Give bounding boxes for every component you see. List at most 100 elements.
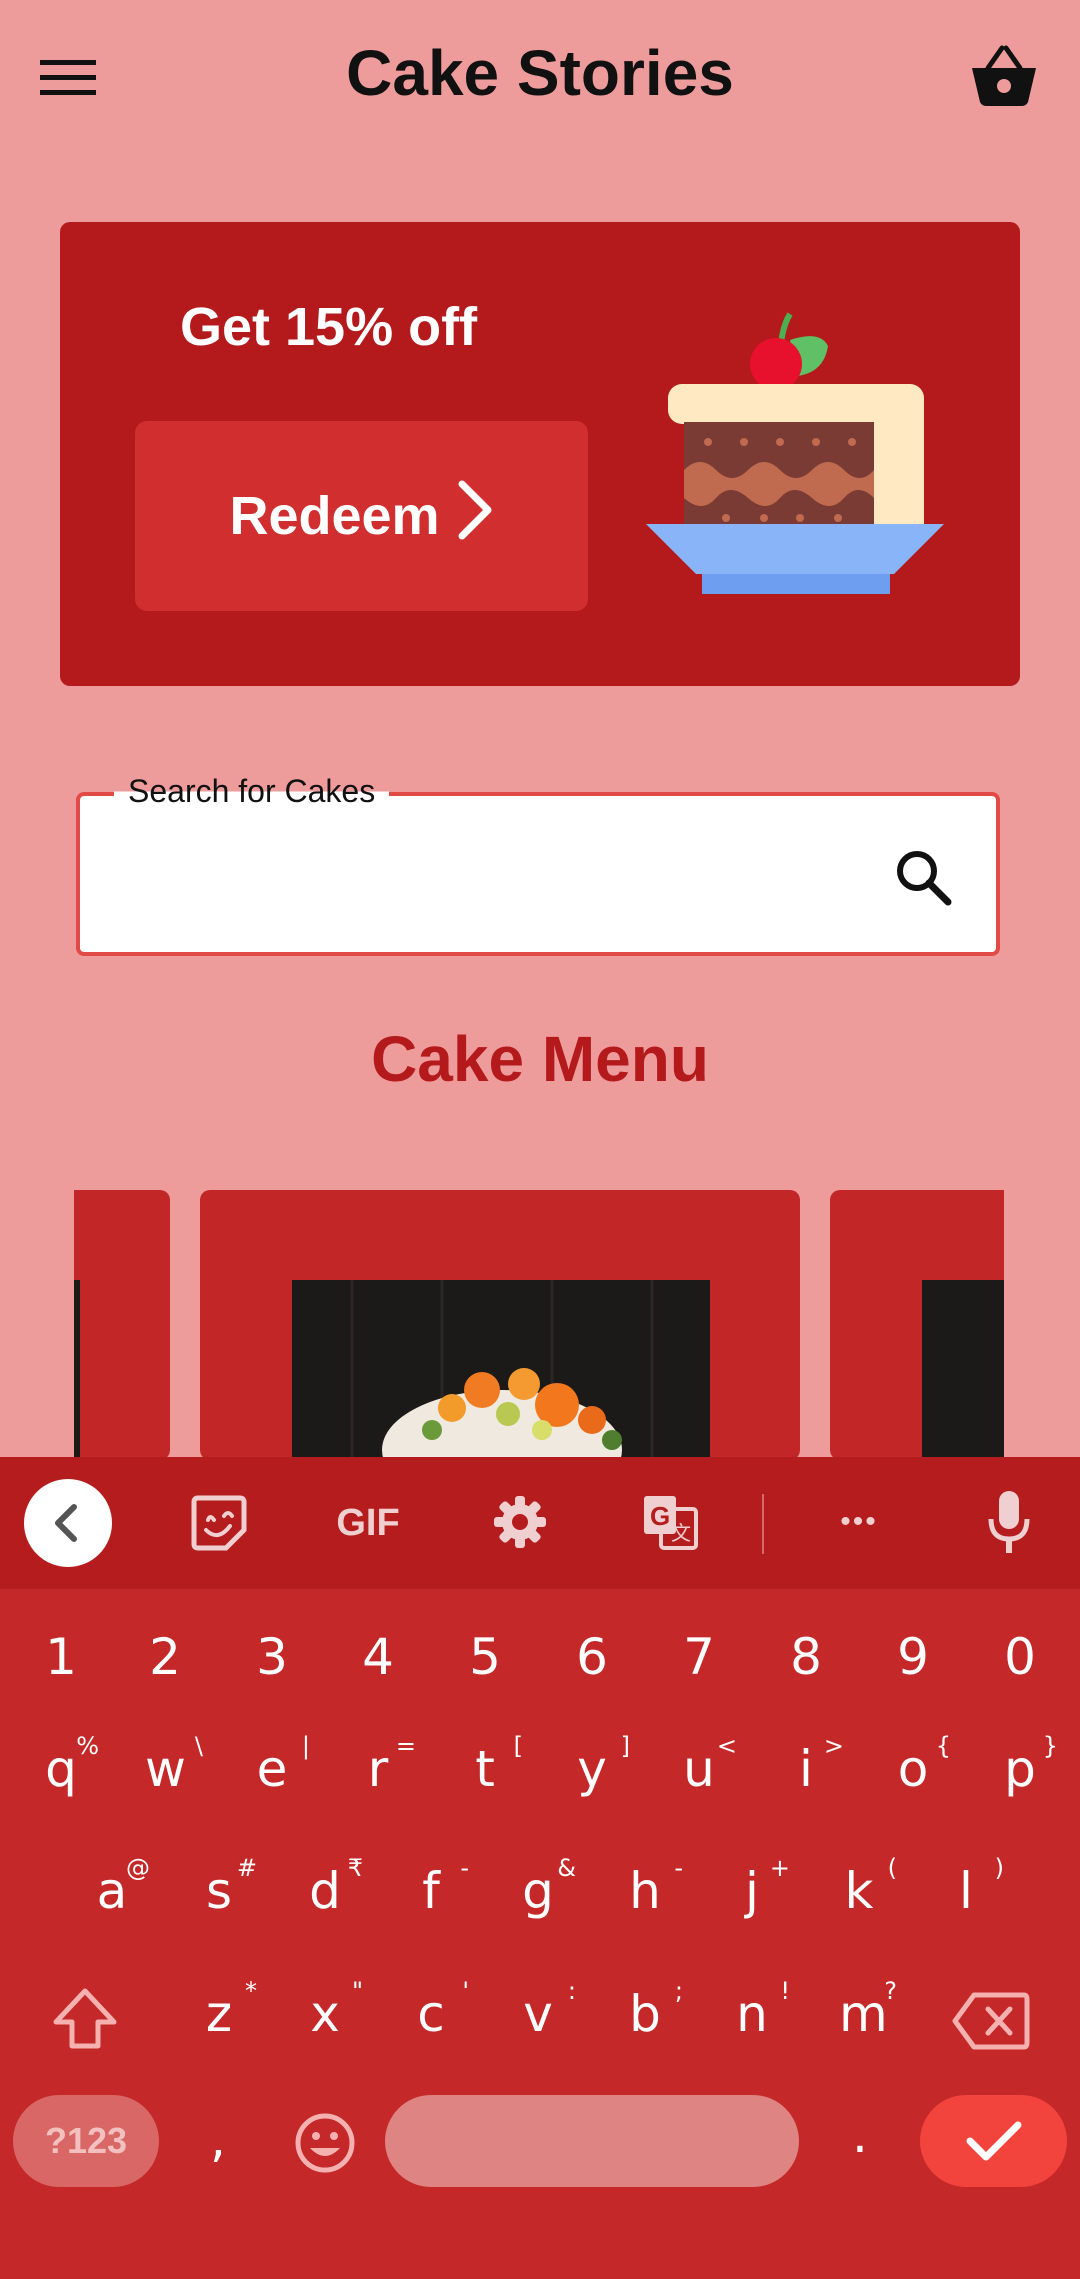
key-c[interactable]: c '	[411, 1977, 469, 2043]
key-1[interactable]: 1	[21, 1628, 101, 1686]
symbols-key[interactable]: ?123	[13, 2095, 159, 2187]
key-label: o	[897, 1740, 929, 1798]
key-r[interactable]: r =	[358, 1732, 416, 1798]
key-alt-label: }	[1042, 1732, 1058, 1760]
key-label: j	[745, 1862, 759, 1920]
key-2[interactable]: 2	[125, 1628, 205, 1686]
shift-icon[interactable]	[48, 1986, 122, 2052]
key-alt-label: |	[301, 1732, 310, 1760]
key-alt-label: %	[76, 1732, 99, 1760]
key-z[interactable]: z *	[199, 1977, 257, 2043]
key-p[interactable]: p}	[1000, 1732, 1058, 1798]
key-5[interactable]: 5	[445, 1628, 525, 1686]
key-6[interactable]: 6	[552, 1628, 632, 1686]
key-label: a	[96, 1862, 128, 1920]
key-l[interactable]: l)	[946, 1854, 1004, 1920]
key-label: s	[205, 1862, 233, 1920]
key-label: q	[45, 1740, 77, 1798]
key-label: i	[799, 1740, 813, 1798]
key-b[interactable]: b;	[625, 1977, 683, 2043]
key-alt-label: -	[460, 1854, 469, 1882]
key-label: w	[145, 1740, 186, 1798]
key-label: c	[417, 1985, 445, 2043]
key-alt-label: ]	[620, 1732, 630, 1760]
key-label: m	[839, 1985, 888, 2043]
chevron-right-icon	[454, 480, 494, 553]
key-9[interactable]: 9	[873, 1628, 953, 1686]
key-label: u	[683, 1740, 715, 1798]
key-s[interactable]: s #	[199, 1854, 257, 1920]
cake-card[interactable]	[830, 1190, 1004, 1460]
period-key[interactable]: .	[840, 2106, 880, 2164]
cake-photo	[74, 1280, 80, 1460]
emoji-icon[interactable]	[292, 2110, 358, 2176]
gear-icon[interactable]	[490, 1492, 550, 1552]
key-alt-label: +	[769, 1854, 790, 1882]
app-title: Cake Stories	[346, 37, 734, 109]
key-alt-label: &	[557, 1854, 576, 1882]
menu-heading: Cake Menu	[371, 1023, 709, 1095]
key-h[interactable]: h-	[625, 1854, 683, 1920]
key-3[interactable]: 3	[232, 1628, 312, 1686]
key-w[interactable]: w \	[145, 1732, 203, 1798]
search-icon[interactable]	[892, 846, 956, 910]
sticker-icon[interactable]	[184, 1491, 254, 1555]
key-alt-label: [	[513, 1732, 523, 1760]
key-label: g	[522, 1862, 554, 1920]
key-label: t	[475, 1740, 495, 1798]
key-alt-label: :	[567, 1977, 576, 2005]
key-alt-label: (	[887, 1854, 897, 1882]
svg-text:G: G	[650, 1501, 670, 1531]
key-v[interactable]: v:	[518, 1977, 576, 2043]
enter-key[interactable]	[920, 2095, 1067, 2187]
key-n[interactable]: n!	[732, 1977, 790, 2043]
mic-icon[interactable]	[984, 1488, 1034, 1556]
key-alt-label: !	[780, 1977, 790, 2005]
chevron-left-icon[interactable]	[24, 1479, 112, 1567]
key-o[interactable]: o{	[893, 1732, 951, 1798]
key-d[interactable]: d ₹	[305, 1854, 363, 1920]
key-alt-label: *	[245, 1977, 257, 2005]
key-8[interactable]: 8	[766, 1628, 846, 1686]
key-x[interactable]: x "	[305, 1977, 363, 2043]
key-i[interactable]: i >	[786, 1732, 844, 1798]
key-y[interactable]: y]	[572, 1732, 630, 1798]
checkmark-icon	[966, 2121, 1021, 2161]
cake-card[interactable]	[200, 1190, 800, 1460]
key-k[interactable]: k(	[839, 1854, 897, 1920]
key-alt-label: >	[823, 1732, 844, 1760]
app-bar: Cake Stories	[0, 0, 1080, 160]
key-j[interactable]: j +	[732, 1854, 790, 1920]
key-u[interactable]: u <	[679, 1732, 737, 1798]
key-7[interactable]: 7	[659, 1628, 739, 1686]
cake-card[interactable]	[74, 1190, 170, 1460]
more-icon[interactable]: •••	[824, 1500, 894, 1544]
basket-icon[interactable]	[968, 40, 1048, 116]
gif-button[interactable]: GIF	[328, 1498, 408, 1548]
key-g[interactable]: g &	[518, 1854, 576, 1920]
comma-key[interactable]: ,	[198, 2110, 238, 2168]
key-label: e	[256, 1740, 288, 1798]
key-q[interactable]: q%	[41, 1732, 99, 1798]
key-label: n	[736, 1985, 768, 2043]
search-input[interactable]	[76, 792, 1000, 956]
key-label: y	[577, 1740, 607, 1798]
key-alt-label: <	[716, 1732, 737, 1760]
key-a[interactable]: a @	[92, 1854, 150, 1920]
key-e[interactable]: e |	[252, 1732, 310, 1798]
redeem-button[interactable]: Redeem	[135, 421, 588, 611]
key-m[interactable]: m?	[839, 1977, 897, 2043]
key-f[interactable]: f-	[411, 1854, 469, 1920]
toolbar-divider	[762, 1494, 764, 1554]
space-key[interactable]	[385, 2095, 799, 2187]
promo-text: Get 15% off	[180, 297, 478, 357]
key-alt-label: ;	[674, 1977, 683, 2005]
key-0[interactable]: 0	[980, 1628, 1060, 1686]
key-alt-label: ₹	[347, 1854, 363, 1882]
translate-icon[interactable]: G 文	[640, 1492, 700, 1552]
key-4[interactable]: 4	[338, 1628, 418, 1686]
key-t[interactable]: t[	[465, 1732, 523, 1798]
svg-text:文: 文	[671, 1522, 691, 1545]
backspace-icon[interactable]	[952, 1990, 1030, 2052]
key-alt-label: ?	[884, 1977, 897, 2005]
